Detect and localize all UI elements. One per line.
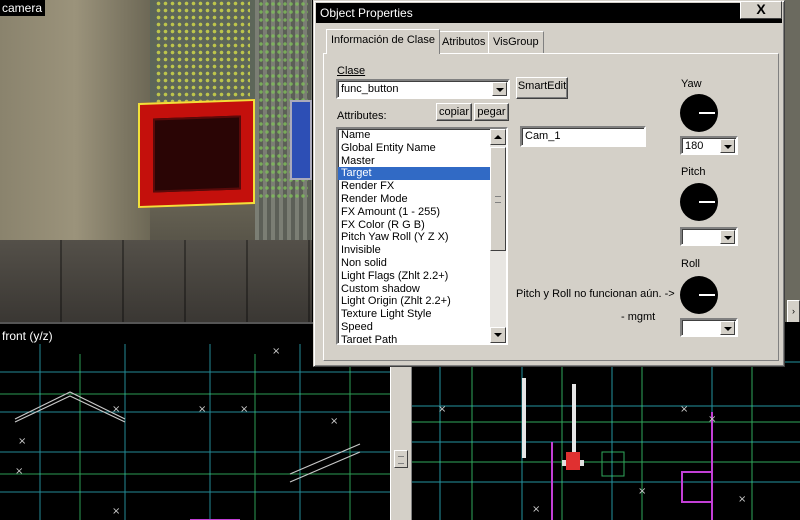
class-select-value: func_button — [341, 83, 399, 95]
yaw-dial[interactable] — [680, 94, 718, 132]
camera-blue-object — [290, 100, 312, 180]
attribute-value-field[interactable]: Cam_1 — [520, 126, 646, 147]
tab-label: VisGroup — [493, 36, 539, 48]
list-item[interactable]: Target Path — [338, 334, 490, 343]
paste-label: pegar — [477, 106, 506, 118]
svg-text:×: × — [330, 416, 338, 427]
svg-text:×: × — [708, 414, 716, 425]
svg-text:×: × — [738, 494, 746, 505]
list-item[interactable]: Speed — [338, 321, 490, 334]
list-item[interactable]: FX Amount (1 - 255) — [338, 206, 490, 219]
svg-text:×: × — [240, 404, 248, 415]
list-item[interactable]: Pitch Yaw Roll (Y Z X) — [338, 231, 490, 244]
list-item[interactable]: Non solid — [338, 257, 490, 270]
list-item[interactable]: Light Origin (Zhlt 2.2+) — [338, 295, 490, 308]
yaw-dial-hand — [699, 112, 715, 114]
svg-text:×: × — [438, 404, 446, 415]
svg-text:×: × — [15, 466, 23, 477]
list-item[interactable]: Render Mode — [338, 193, 490, 206]
copy-label: copiar — [439, 106, 469, 118]
chevron-down-icon[interactable] — [492, 82, 507, 96]
list-item[interactable]: Global Entity Name — [338, 142, 490, 155]
list-item-selected[interactable]: Target — [338, 167, 490, 181]
attribute-value-text: Cam_1 — [525, 130, 561, 142]
camera-floor-seams — [0, 240, 312, 322]
yaw-value: 180 — [685, 140, 704, 152]
roll-dial-hand — [699, 294, 715, 296]
pitch-select[interactable] — [680, 227, 738, 246]
chevron-down-icon[interactable] — [720, 139, 735, 153]
chevron-down-icon[interactable] — [720, 230, 735, 244]
right-edge-strip — [784, 0, 800, 322]
right-scroll-arrow[interactable]: › — [787, 300, 800, 324]
svg-text:×: × — [18, 436, 26, 447]
smartedit-label: SmartEdit — [517, 80, 567, 92]
list-item[interactable]: Master — [338, 155, 490, 168]
roll-dial[interactable] — [680, 276, 718, 314]
scroll-down-icon[interactable] — [490, 327, 506, 343]
attributes-label: Attributes: — [337, 110, 387, 122]
roll-select[interactable] — [680, 318, 738, 337]
front-view-label: front (y/z) — [0, 329, 55, 343]
svg-text:×: × — [272, 346, 280, 357]
pitch-roll-note: Pitch y Roll no funcionan aún. -> — [516, 288, 675, 300]
chevron-down-icon[interactable] — [720, 321, 735, 335]
close-button[interactable]: X — [740, 1, 782, 19]
func-button-face — [153, 115, 241, 193]
note-author: - mgmt — [621, 311, 656, 323]
svg-text:×: × — [532, 504, 540, 515]
list-item[interactable]: FX Color (R G B) — [338, 219, 490, 232]
svg-text:×: × — [112, 506, 120, 517]
close-icon: X — [756, 1, 766, 17]
splitter-handle[interactable] — [394, 450, 408, 468]
pitch-dial-hand — [699, 201, 715, 203]
list-item[interactable]: Custom shadow — [338, 283, 490, 296]
tab-label: Atributos — [442, 36, 486, 48]
list-item[interactable]: Render FX — [338, 180, 490, 193]
list-item[interactable]: Texture Light Style — [338, 308, 490, 321]
class-select[interactable]: func_button — [336, 79, 510, 99]
class-label: Clase — [337, 65, 366, 77]
yaw-select[interactable]: 180 — [680, 136, 738, 155]
paste-button[interactable]: pegar — [474, 103, 509, 121]
camera-view-label: camera — [0, 0, 46, 16]
dialog-title: Object Properties — [320, 6, 413, 20]
attributes-scrollbar[interactable] — [490, 129, 506, 343]
pitch-dial[interactable] — [680, 183, 718, 221]
copy-button[interactable]: copiar — [436, 103, 472, 121]
camera-viewport[interactable]: camera — [0, 0, 312, 322]
scroll-up-icon[interactable] — [490, 129, 506, 145]
tab-visgroup[interactable]: VisGroup — [488, 31, 544, 53]
svg-text:×: × — [198, 404, 206, 415]
tab-informacion-de-clase[interactable]: Información de Clase — [326, 29, 440, 54]
attributes-list[interactable]: Name Global Entity Name Master Target Re… — [336, 127, 508, 345]
yaw-label: Yaw — [681, 78, 702, 90]
list-item[interactable]: Name — [338, 129, 490, 142]
pitch-label: Pitch — [681, 166, 706, 178]
tab-atributos[interactable]: Atributos — [437, 31, 491, 53]
dialog-titlebar[interactable]: Object Properties X — [316, 1, 782, 23]
selected-func-button-brush[interactable] — [138, 98, 255, 209]
svg-text:×: × — [112, 404, 120, 415]
roll-label: Roll — [681, 258, 700, 270]
list-item[interactable]: Light Flags (Zhlt 2.2+) — [338, 270, 490, 283]
smartedit-button[interactable]: SmartEdit — [516, 77, 568, 99]
svg-text:×: × — [638, 486, 646, 497]
scroll-thumb[interactable] — [490, 147, 506, 251]
tab-label: Información de Clase — [331, 34, 435, 46]
list-item[interactable]: Invisible — [338, 244, 490, 257]
svg-text:×: × — [680, 404, 688, 415]
